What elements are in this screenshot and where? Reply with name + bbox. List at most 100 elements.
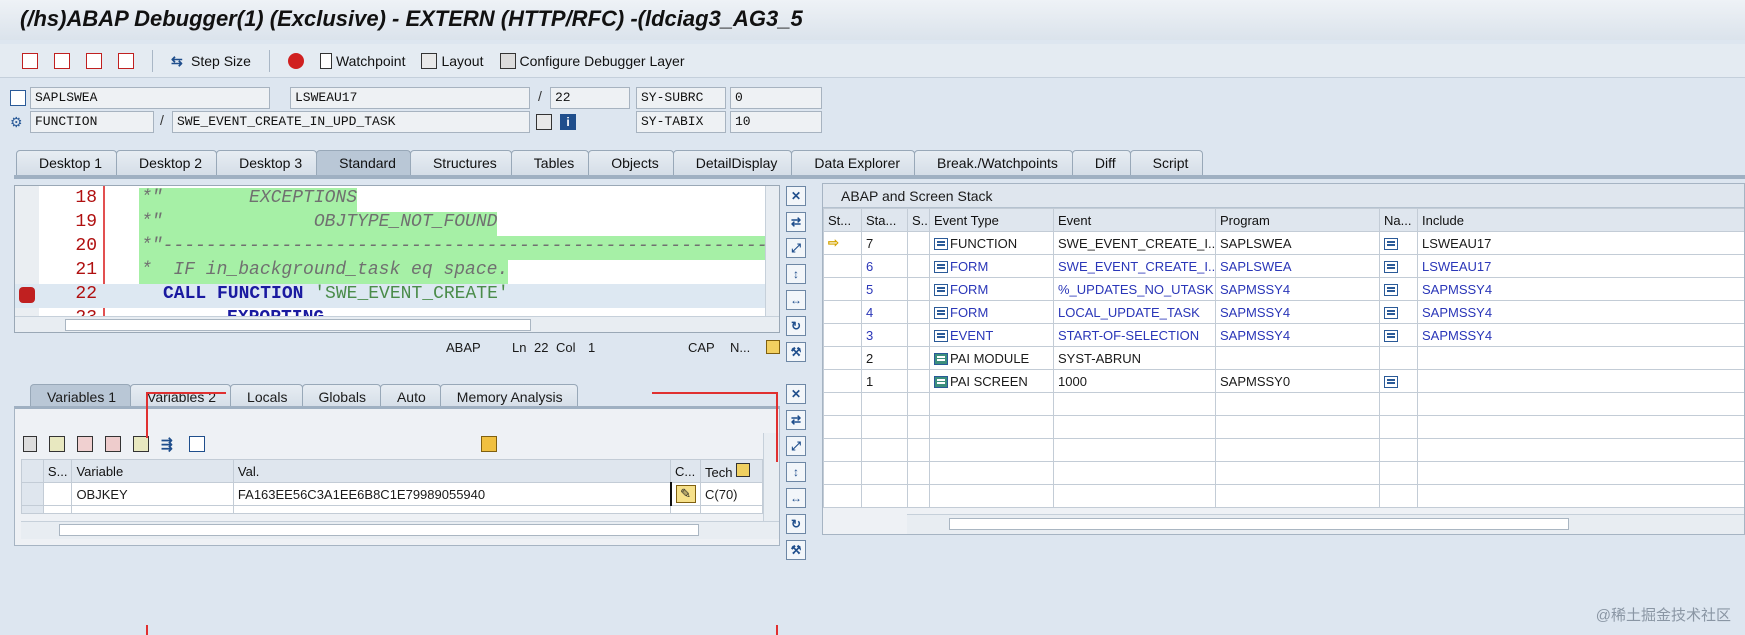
tab-objects[interactable]: Objects (588, 150, 674, 176)
trash-icon[interactable] (23, 436, 37, 452)
program-cell[interactable]: SAPLSWEA (1215, 254, 1380, 278)
program-cell[interactable]: SAPMSSY0 (1215, 369, 1380, 393)
configure-layer-button[interactable]: Configure Debugger Layer (494, 48, 691, 74)
replace-tool-icon[interactable]: ⇄ (786, 410, 806, 430)
column-header[interactable]: Tech (700, 459, 763, 483)
event-cell[interactable]: 1000 (1053, 369, 1216, 393)
navigate-cell[interactable] (1379, 369, 1418, 393)
include-cell[interactable] (1417, 346, 1744, 370)
program-cell[interactable]: SAPMSSY4 (1215, 277, 1380, 301)
include-cell[interactable]: SAPMSSY4 (1417, 300, 1744, 324)
stop-button[interactable] (282, 48, 310, 74)
column-header[interactable]: St... (823, 208, 862, 232)
navigate-cell[interactable] (1379, 231, 1418, 255)
tab-standard[interactable]: Standard (316, 150, 411, 176)
include-cell[interactable]: SAPMSSY4 (1417, 323, 1744, 347)
column-header[interactable]: Val. (232, 459, 672, 483)
tab-variables-1[interactable]: Variables 1 (30, 384, 132, 408)
services-tool-icon[interactable]: ⚒ (786, 540, 806, 560)
event-type-cell[interactable]: FORM (929, 277, 1054, 301)
services-tool-icon[interactable]: ⚒ (786, 342, 806, 362)
row-selector[interactable] (21, 505, 44, 514)
event-type-cell[interactable]: FORM (929, 300, 1054, 324)
event-type-cell[interactable]: FUNCTION (929, 231, 1054, 255)
navigate-cell[interactable] (1379, 277, 1418, 301)
table-row[interactable]: 4 FORM LOCAL_UPDATE_TASK SAPMSSY4 SAPMSSY4 (823, 300, 1744, 324)
variable-name-input[interactable] (71, 505, 234, 514)
horizontal-split-icon[interactable]: ↔ (786, 290, 806, 310)
display-source-icon[interactable] (536, 114, 552, 130)
column-header[interactable]: Program (1215, 208, 1380, 232)
editor-horizontal-scrollbar[interactable] (15, 316, 779, 332)
event-cell[interactable]: LOCAL_UPDATE_TASK (1053, 300, 1216, 324)
close-icon[interactable]: ✕ (786, 186, 806, 206)
program-cell[interactable]: SAPMSSY4 (1215, 323, 1380, 347)
vertical-split-icon[interactable]: ↕ (786, 462, 806, 482)
navigate-cell[interactable] (1379, 300, 1418, 324)
include-cell[interactable] (1417, 369, 1744, 393)
table-export-icon[interactable] (77, 436, 93, 452)
step-return-button[interactable] (80, 48, 108, 74)
event-cell[interactable]: START-OF-SELECTION (1053, 323, 1216, 347)
tab-breakpoints-watchpoints[interactable]: Break./Watchpoints (914, 150, 1073, 176)
share-icon[interactable]: ⇶ (161, 436, 177, 452)
close-icon[interactable]: ✕ (786, 384, 806, 404)
table-row[interactable]: 1 PAI SCREEN 1000 SAPMSSY0 (823, 369, 1744, 393)
scrollbar-thumb[interactable] (59, 524, 699, 536)
editor-vertical-scrollbar[interactable] (765, 186, 779, 316)
tab-locals[interactable]: Locals (230, 384, 303, 408)
column-header[interactable]: Variable (71, 459, 234, 483)
variable-value-input[interactable]: FA163EE56C3A1EE6B8C1E79989055940 (232, 482, 672, 506)
include-cell[interactable]: LSWEAU17 (1417, 254, 1744, 278)
navigate-icon[interactable] (1384, 284, 1398, 297)
hierarchy-icon[interactable] (133, 436, 149, 452)
navigate-cell[interactable] (1379, 254, 1418, 278)
navigate-cell[interactable] (1379, 323, 1418, 347)
change-value-cell[interactable] (670, 505, 701, 514)
tab-desktop-1[interactable]: Desktop 1 (16, 150, 118, 176)
variable-name-input[interactable]: OBJKEY (71, 482, 234, 506)
event-type-cell[interactable]: PAI MODULE (929, 346, 1054, 370)
horizontal-split-icon[interactable]: ↔ (786, 488, 806, 508)
column-header[interactable]: Sta... (861, 208, 908, 232)
replace-tool-icon[interactable]: ⇄ (786, 212, 806, 232)
event-type-cell[interactable]: PAI SCREEN (929, 369, 1054, 393)
maximize-icon[interactable]: ⤢ (786, 436, 806, 456)
folder-icon[interactable] (189, 436, 205, 452)
step-into-button[interactable] (16, 48, 44, 74)
navigate-icon[interactable] (1384, 307, 1398, 320)
tab-desktop-3[interactable]: Desktop 3 (216, 150, 318, 176)
document-icon[interactable] (766, 340, 780, 354)
table-icon[interactable] (49, 436, 65, 452)
tab-detaildisplay[interactable]: DetailDisplay (672, 150, 793, 176)
layout-button[interactable]: Layout (415, 48, 489, 74)
tab-auto[interactable]: Auto (379, 384, 441, 408)
event-type-cell[interactable]: EVENT (929, 323, 1054, 347)
table-row[interactable]: 6 FORM SWE_EVENT_CREATE_I... SAPLSWEA LSWEAU… (823, 254, 1744, 278)
event-type-cell[interactable]: FORM (929, 254, 1054, 278)
tab-script[interactable]: Script (1129, 150, 1204, 176)
tab-memory-analysis[interactable]: Memory Analysis (439, 384, 578, 408)
include-cell[interactable]: SAPMSSY4 (1417, 277, 1744, 301)
column-header[interactable]: Na... (1379, 208, 1418, 232)
tab-tables[interactable]: Tables (510, 150, 590, 176)
table-row[interactable]: 5 FORM %_UPDATES_NO_UTASK SAPMSSY4 SAPMSSY4 (823, 277, 1744, 301)
navigate-icon[interactable] (1384, 376, 1398, 389)
table-delete-icon[interactable] (105, 436, 121, 452)
change-value-cell[interactable]: ✎ (670, 482, 701, 506)
column-header[interactable]: Include (1417, 208, 1744, 232)
save-icon[interactable] (481, 436, 497, 452)
event-cell[interactable]: SYST-ABRUN (1053, 346, 1216, 370)
tab-structures[interactable]: Structures (409, 150, 512, 176)
scrollbar-thumb[interactable] (949, 518, 1569, 530)
event-cell[interactable]: SWE_EVENT_CREATE_I... (1053, 231, 1216, 255)
variable-value-input[interactable] (232, 505, 672, 514)
swap-tool-icon[interactable]: ↻ (786, 316, 806, 336)
column-header[interactable]: S... (907, 208, 930, 232)
pencil-icon[interactable]: ✎ (675, 485, 696, 503)
event-cell[interactable]: %_UPDATES_NO_UTASK (1053, 277, 1216, 301)
continue-button[interactable] (112, 48, 140, 74)
tab-desktop-2[interactable]: Desktop 2 (116, 150, 218, 176)
column-chooser-icon[interactable] (736, 462, 751, 477)
watchpoint-button[interactable]: Watchpoint (314, 48, 412, 74)
